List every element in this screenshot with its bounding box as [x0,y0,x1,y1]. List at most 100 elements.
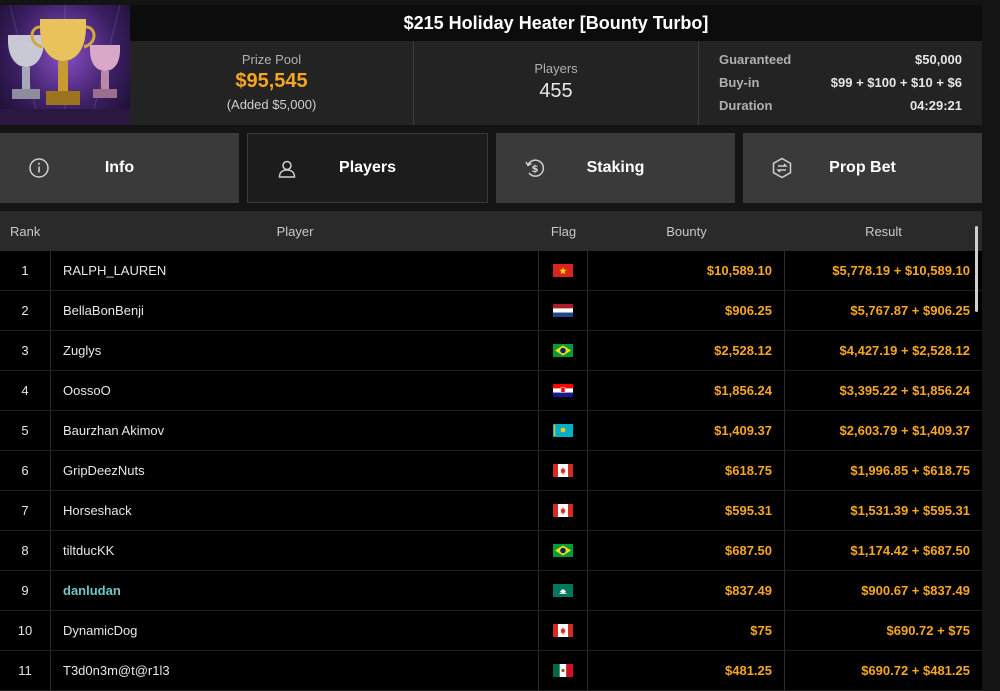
brazil-flag-icon [553,544,573,557]
player-cell[interactable]: GripDeezNuts [51,451,539,490]
detail-buy-in: Buy-in $99 + $100 + $10 + $6 [719,71,962,94]
rank-cell: 8 [0,531,51,570]
prize-pool-added: (Added $5,000) [226,97,317,112]
result-cell: $5,767.87 + $906.25 [850,303,970,318]
tab-info[interactable]: Info [0,133,239,203]
table-row[interactable]: 5 Baurzhan Akimov $1,409.37 $2,603.79 + $1,… [0,411,982,451]
tab-players[interactable]: Players [247,133,488,203]
tab-staking-label: Staking [586,159,645,176]
players-label: Players [534,61,578,76]
table-scrollbar[interactable] [975,226,978,312]
user-icon [278,160,296,178]
player-name[interactable]: Zuglys [63,343,101,358]
player-cell[interactable]: Zuglys [51,331,539,370]
column-header-result[interactable]: Result [785,211,982,251]
player-cell[interactable]: Baurzhan Akimov [51,411,539,450]
tab-prop-bet-label: Prop Bet [829,159,896,176]
player-name[interactable]: danludan [63,583,121,598]
rank-cell: 3 [0,331,51,370]
player-cell[interactable]: RALPH_LAUREN [51,251,539,290]
prop-bet-icon [772,157,792,179]
table-row[interactable]: 3 Zuglys $2,528.12 $4,427.19 + $2,528.12 [0,331,982,371]
table-row[interactable]: 11 T3d0n3m@t@r1l3 $481.25 $690.72 + $481.25 [0,651,982,691]
player-cell[interactable]: T3d0n3m@t@r1l3 [51,651,539,690]
brazil-flag-icon [553,344,573,357]
bounty-cell: $75 [588,611,785,650]
table-row[interactable]: 9 danludan $837.49 $900.67 + $837.49 [0,571,982,611]
table-row[interactable]: 2 BellaBonBenji $906.25 $5,767.87 + $906.25 [0,291,982,331]
player-cell[interactable]: BellaBonBenji [51,291,539,330]
result-cell: $4,427.19 + $2,528.12 [839,343,970,358]
player-name[interactable]: GripDeezNuts [63,463,145,478]
player-name[interactable]: Horseshack [63,503,132,518]
kazakhstan-flag-icon [553,424,573,437]
flag-cell [539,451,588,490]
bounty-cell: $837.49 [588,571,785,610]
flag-cell [539,491,588,530]
canada-flag-icon [553,624,573,637]
info-icon [29,158,49,178]
tab-prop-bet[interactable]: Prop Bet [743,133,982,203]
player-cell[interactable]: tiltducKK [51,531,539,570]
table-row[interactable]: 8 tiltducKK $687.50 $1,174.42 + $687.50 [0,531,982,571]
detail-duration: Duration 04:29:21 [719,94,962,117]
table-row[interactable]: 10 DynamicDog $75 $690.72 + $75 [0,611,982,651]
tab-staking[interactable]: $ Staking [496,133,735,203]
detail-label: Buy-in [719,75,760,90]
rank-cell: 7 [0,491,51,530]
tab-info-label: Info [104,159,135,176]
table-row[interactable]: 1 RALPH_LAUREN $10,589.10 $5,778.19 + $10,5… [0,251,982,291]
tournament-summary: Prize Pool $95,545 (Added $5,000) Player… [130,41,982,125]
player-name[interactable]: RALPH_LAUREN [63,263,166,278]
detail-value: 04:29:21 [909,98,962,113]
player-name[interactable]: Baurzhan Akimov [63,423,164,438]
result-cell: $2,603.79 + $1,409.37 [839,423,970,438]
flag-cell [539,651,588,690]
table-row[interactable]: 7 Horseshack $595.31 $1,531.39 + $595.31 [0,491,982,531]
player-cell[interactable]: OossoO [51,371,539,410]
table-row[interactable]: 6 GripDeezNuts $618.75 $1,996.85 + $618.75 [0,451,982,491]
bounty-cell: $906.25 [588,291,785,330]
svg-text:$: $ [532,164,539,175]
mexico-flag-icon [553,664,573,677]
column-header-bounty[interactable]: Bounty [588,211,785,251]
bounty-cell: $1,856.24 [588,371,785,410]
result-cell: $1,531.39 + $595.31 [850,503,970,518]
tournament-thumbnail [0,5,130,125]
player-name[interactable]: DynamicDog [63,623,137,638]
rank-cell: 9 [0,571,51,610]
rank-cell: 1 [0,251,51,290]
flag-cell [539,251,588,290]
flag-cell [539,331,588,370]
bounty-cell: $2,528.12 [588,331,785,370]
player-name[interactable]: OossoO [63,383,111,398]
rank-cell: 6 [0,451,51,490]
netherlands-flag-icon [553,304,573,317]
column-header-player[interactable]: Player [51,211,539,251]
players-panel: Players 455 [414,41,699,125]
rank-cell: 4 [0,371,51,410]
flag-cell [539,291,588,330]
column-header-rank[interactable]: Rank [0,211,51,251]
dollar-coin-icon: $ [525,159,545,177]
player-cell[interactable]: Horseshack [51,491,539,530]
result-cell: $690.72 + $75 [886,623,971,638]
table-row[interactable]: 4 OossoO $1,856.24 $3,395.22 + $1,856.24 [0,371,982,411]
prize-pool-panel: Prize Pool $95,545 (Added $5,000) [130,41,414,125]
result-cell: $1,996.85 + $618.75 [850,463,970,478]
tournament-title-text: $215 Holiday Heater [Bounty Turbo] [403,12,709,33]
player-name[interactable]: tiltducKK [63,543,114,558]
player-cell[interactable]: DynamicDog [51,611,539,650]
detail-label: Duration [719,98,773,113]
column-header-flag[interactable]: Flag [539,211,588,251]
trophy-icon [0,5,130,125]
details-panel: Guaranteed $50,000 Buy-in $99 + $100 + $… [699,41,982,125]
player-name[interactable]: T3d0n3m@t@r1l3 [63,663,170,678]
player-name[interactable]: BellaBonBenji [63,303,144,318]
tournament-title: $215 Holiday Heater [Bounty Turbo] [130,5,982,41]
result-cell: $3,395.22 + $1,856.24 [839,383,970,398]
player-cell[interactable]: danludan [51,571,539,610]
players-table-body: 1 RALPH_LAUREN $10,589.10 $5,778.19 + $10,5… [0,251,982,691]
players-count: 455 [539,80,573,102]
flag-cell [539,411,588,450]
